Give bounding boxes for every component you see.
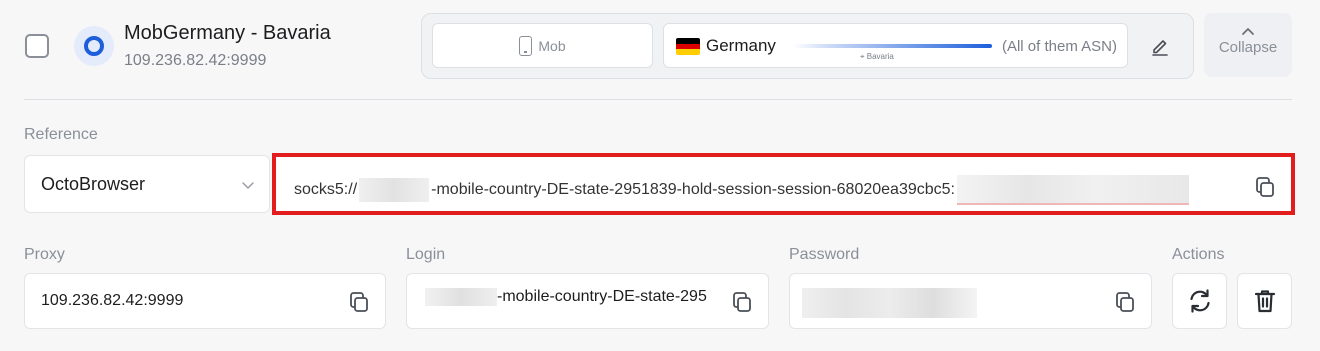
trash-icon — [1254, 290, 1275, 313]
country-field[interactable]: Germany ⌖ Bavaria (All of them ASN) — [663, 23, 1128, 68]
redacted-password-value — [802, 288, 977, 318]
connection-type-field[interactable]: Mob — [432, 23, 653, 68]
password-field[interactable] — [789, 273, 1152, 329]
redacted-login — [425, 288, 497, 306]
collapse-label: Collapse — [1218, 39, 1278, 56]
redacted-password — [956, 175, 1189, 205]
status-indicator — [74, 26, 114, 66]
delete-button[interactable] — [1237, 273, 1292, 329]
chevron-down-icon — [242, 182, 254, 189]
proxy-label: Proxy — [24, 246, 65, 263]
country-name: Germany — [706, 36, 776, 55]
login-value: -mobile-country-DE-state-295 — [425, 288, 719, 306]
state-tag: ⌖ Bavaria — [860, 52, 894, 61]
copy-password-button[interactable] — [1113, 290, 1137, 319]
connection-type-label: Mob — [538, 37, 566, 54]
collapse-button[interactable]: Collapse — [1204, 13, 1292, 77]
actions-label: Actions — [1172, 246, 1225, 263]
connection-string: socks5://-mobile-country-DE-state-295183… — [294, 175, 1189, 205]
germany-flag-icon — [676, 38, 700, 55]
copy-connection-button[interactable] — [1253, 175, 1277, 204]
copy-login-button[interactable] — [730, 290, 754, 319]
divider — [24, 99, 1292, 100]
proxy-value: 109.236.82.42:9999 — [41, 292, 184, 309]
connection-string-field[interactable]: socks5://-mobile-country-DE-state-295183… — [272, 153, 1295, 215]
asn-label: (All of them ASN) — [1001, 38, 1117, 55]
password-label: Password — [789, 246, 860, 263]
region-range-bar — [792, 44, 992, 48]
refresh-button[interactable] — [1172, 273, 1227, 329]
login-label: Login — [406, 246, 446, 263]
copy-icon — [1116, 292, 1134, 312]
edit-icon — [1152, 40, 1168, 56]
chevron-up-icon — [1242, 28, 1254, 35]
copy-icon — [1256, 177, 1274, 197]
copy-proxy-button[interactable] — [347, 290, 371, 319]
refresh-icon — [1189, 289, 1210, 313]
copy-icon — [350, 292, 368, 312]
redacted-username — [359, 178, 430, 202]
copy-icon — [733, 292, 751, 312]
proxy-address: 109.236.82.42:9999 — [124, 52, 267, 69]
proxy-field[interactable]: 109.236.82.42:9999 — [24, 273, 386, 329]
edit-button[interactable] — [1140, 28, 1180, 64]
login-field[interactable]: -mobile-country-DE-state-295 — [406, 273, 769, 329]
reference-value: OctoBrowser — [41, 174, 146, 194]
reference-select[interactable]: OctoBrowser — [24, 155, 270, 213]
select-checkbox[interactable] — [25, 34, 49, 58]
proxy-title: MobGermany - Bavaria — [124, 22, 331, 44]
phone-icon — [519, 35, 533, 56]
reference-label: Reference — [24, 126, 98, 143]
